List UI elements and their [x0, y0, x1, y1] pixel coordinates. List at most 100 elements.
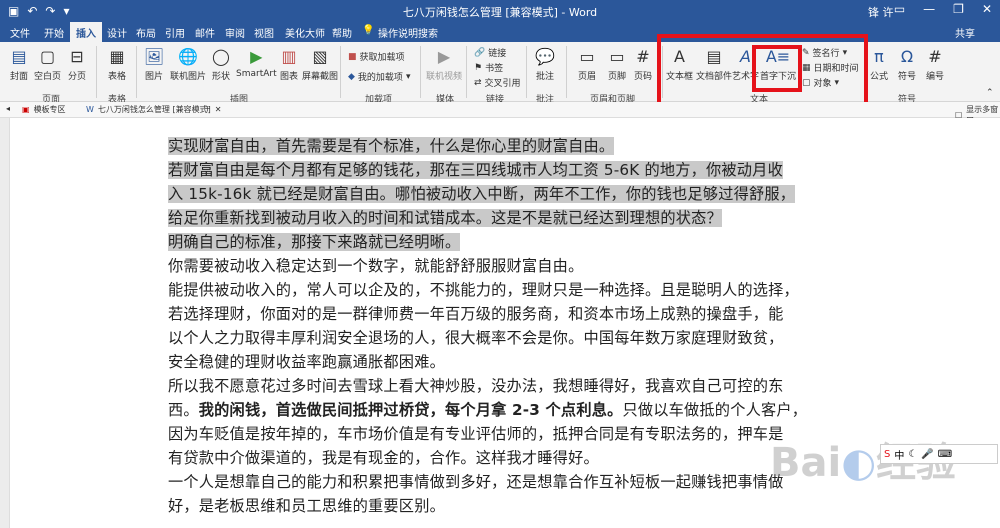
user-name[interactable]: 锋 许 [868, 4, 894, 20]
doc-line[interactable]: 安全稳健的理财收益率跑赢通胀都困难。 [168, 350, 445, 374]
group-separator [566, 46, 567, 98]
omega-icon: Ω [900, 46, 914, 66]
blank-page-button[interactable]: ▢ 空白页 [34, 45, 61, 83]
tell-me-search[interactable]: 操作说明搜索 [378, 25, 438, 40]
comment-icon: 💬 [535, 46, 555, 66]
tab-beautify[interactable]: 美化大师 [285, 25, 325, 40]
cover-page-icon: ▤ [11, 46, 27, 66]
cross-reference-button[interactable]: ⇄ 交叉引用 [474, 76, 521, 90]
online-video-button[interactable]: ▶ 联机视频 [426, 45, 462, 83]
doc-line[interactable]: 能提供被动收入的，常人可以企及的，不挑能力的，理财只是一种选择。且是聪明人的选择… [168, 278, 799, 302]
group-separator [340, 46, 341, 98]
group-separator [96, 46, 97, 98]
chevron-down-icon: ▾ [405, 71, 411, 82]
chart-icon: ▥ [281, 46, 297, 66]
doc-line[interactable]: 一个人是想靠自己的能力和积累把事情做到多好，还是想靠合作互补短板一起赚钱把事情做 [168, 470, 784, 494]
ime-mode[interactable]: 中 [894, 447, 904, 462]
table-button[interactable]: ▦ 表格 [106, 45, 128, 83]
page-number-button[interactable]: # 页码 [632, 45, 654, 83]
group-separator [526, 46, 527, 98]
tab-view[interactable]: 视图 [254, 25, 274, 40]
blank-page-icon: ▢ [39, 46, 56, 66]
doc-line[interactable]: 若财富自由是每个月都有足够的钱花，那在三四线城市人均工资 5-6K 的地方，你被… [168, 158, 783, 182]
highlight-box-drop-cap [752, 45, 802, 92]
tab-help[interactable]: 帮助 [332, 25, 352, 40]
group-separator [136, 46, 137, 98]
tab-layout[interactable]: 布局 [136, 25, 156, 40]
doc-tab-templates[interactable]: ▣ 模板专区 [22, 104, 66, 115]
page-break-button[interactable]: ⊟ 分页 [66, 45, 88, 83]
tab-review[interactable]: 审阅 [225, 25, 245, 40]
tab-file[interactable]: 文件 [10, 25, 30, 40]
doc-line[interactable]: 入 15k-16k 就已经是财富自由。哪怕被动收入中断，两年不工作，你的钱也足够… [168, 182, 796, 206]
template-icon: ▣ [22, 105, 30, 114]
keyboard-icon[interactable]: ⌨ [938, 449, 952, 460]
footer-button[interactable]: ▭ 页脚 [606, 45, 628, 83]
online-pictures-button[interactable]: 🌐 联机图片 [170, 45, 206, 83]
tab-design[interactable]: 设计 [107, 25, 127, 40]
vertical-ruler [0, 118, 10, 528]
pictures-button[interactable]: 🖼 图片 [143, 45, 165, 83]
header-button[interactable]: ▭ 页眉 [576, 45, 598, 83]
addins-icon: ◆ [348, 71, 355, 82]
share-button[interactable]: 共享 [955, 25, 975, 40]
table-icon: ▦ [109, 46, 125, 66]
doc-line[interactable]: 所以我不愿意花过多时间去雪球上看大神炒股，没办法，我想睡得好，我喜欢自己可控的东 [168, 374, 784, 398]
smartart-icon: ▶ [250, 46, 263, 66]
doc-tab-current[interactable]: W 七八万闲钱怎么管理 [兼容模式] ✕ [86, 104, 221, 115]
equation-button[interactable]: π 公式 [868, 45, 890, 83]
title-bar: ▣ ↶ ↷ ▾ 七八万闲钱怎么管理 [兼容模式] - Word 锋 许 ▭ — … [0, 0, 1000, 22]
mic-icon[interactable]: 🎤 [921, 449, 933, 460]
ime-logo-icon: S [884, 448, 891, 460]
footer-icon: ▭ [609, 46, 625, 66]
group-separator [466, 46, 467, 98]
numbering-icon: # [928, 46, 942, 66]
nav-back-icon[interactable]: ◂ [6, 104, 10, 113]
tab-home[interactable]: 开始 [44, 25, 64, 40]
pi-icon: π [874, 46, 884, 66]
tab-mailings[interactable]: 邮件 [195, 25, 215, 40]
doc-line[interactable]: 若选择理财，你面对的是一群律师费一年百万级的服务商，和资本市场上成熟的操盘手，能 [168, 302, 784, 326]
link-button[interactable]: 🔗 链接 [474, 46, 506, 60]
screenshot-button[interactable]: ▧ 屏幕截图 [302, 45, 338, 83]
doc-line[interactable]: 你需要被动收入稳定达到一个数字，就能舒舒服服财富自由。 [168, 254, 583, 278]
symbol-button[interactable]: Ω 符号 [896, 45, 918, 83]
doc-line[interactable]: 因为车贬值是按年掉的，车市场价值是有专业评估师的，抵押合同是有专职法务的，押车是 [168, 422, 784, 446]
comment-button[interactable]: 💬 批注 [534, 45, 556, 83]
cover-page-button[interactable]: ▤ 封面 [8, 45, 30, 83]
doc-line[interactable]: 明确自己的标准，那接下来路就已经明晰。 [168, 230, 461, 254]
numbering-button[interactable]: # 编号 [924, 45, 946, 83]
video-icon: ▶ [437, 46, 451, 66]
shapes-icon: ◯ [212, 46, 230, 66]
smartart-button[interactable]: ▶ SmartArt [236, 45, 277, 80]
doc-line[interactable]: 好，是老板思维和员工思维的重要区别。 [168, 494, 445, 518]
doc-line[interactable]: 实现财富自由，首先需要是有个标准，什么是你心里的财富自由。 [168, 134, 615, 158]
close-tab-icon[interactable]: ✕ [215, 105, 222, 114]
tab-insert[interactable]: 插入 [70, 22, 102, 42]
word-doc-icon: W [86, 105, 94, 114]
minimize-icon[interactable]: — [923, 2, 935, 16]
header-icon: ▭ [579, 46, 595, 66]
collapse-ribbon-icon[interactable]: ⌃ [986, 88, 994, 98]
shapes-button[interactable]: ◯ 形状 [210, 45, 232, 83]
tab-references[interactable]: 引用 [165, 25, 185, 40]
chart-button[interactable]: ▥ 图表 [278, 45, 300, 83]
ime-toolbar: S 中 ☾ 🎤 ⌨ [880, 444, 998, 464]
cross-reference-icon: ⇄ [474, 77, 482, 88]
doc-line[interactable]: 给足你重新找到被动月收入的时间和试错成本。这是不是就已经达到理想的状态？ [168, 206, 722, 230]
ribbon-display-icon[interactable]: ▭ [894, 2, 905, 16]
restore-icon[interactable]: ❐ [953, 2, 964, 16]
moon-icon[interactable]: ☾ [908, 449, 917, 460]
doc-line[interactable]: 西。我的闲钱，首选做民间抵押过桥贷，每个月拿 2-3 个点利息。只做以车做抵的个… [168, 398, 807, 422]
doc-line[interactable]: 以个人之力取得丰厚利润安全退场的人，很大概率不会是你。中国每年数万家庭理财致贫， [168, 326, 784, 350]
doc-line[interactable]: 有贷款中介做渠道的，我是有现金的，合作。这样我才睡得好。 [168, 446, 599, 470]
lightbulb-icon: 💡 [362, 25, 375, 36]
my-addins-button[interactable]: ◆ 我的加载项 ▾ [348, 70, 411, 84]
bookmark-button[interactable]: ⚑ 书签 [474, 61, 503, 75]
new-tab-icon[interactable]: + [204, 104, 211, 113]
bookmark-icon: ⚑ [474, 62, 483, 73]
get-addins-button[interactable]: ■ 获取加载项 [348, 50, 405, 64]
group-separator [420, 46, 421, 98]
close-icon[interactable]: ✕ [982, 2, 992, 16]
page-number-icon: # [636, 46, 650, 66]
